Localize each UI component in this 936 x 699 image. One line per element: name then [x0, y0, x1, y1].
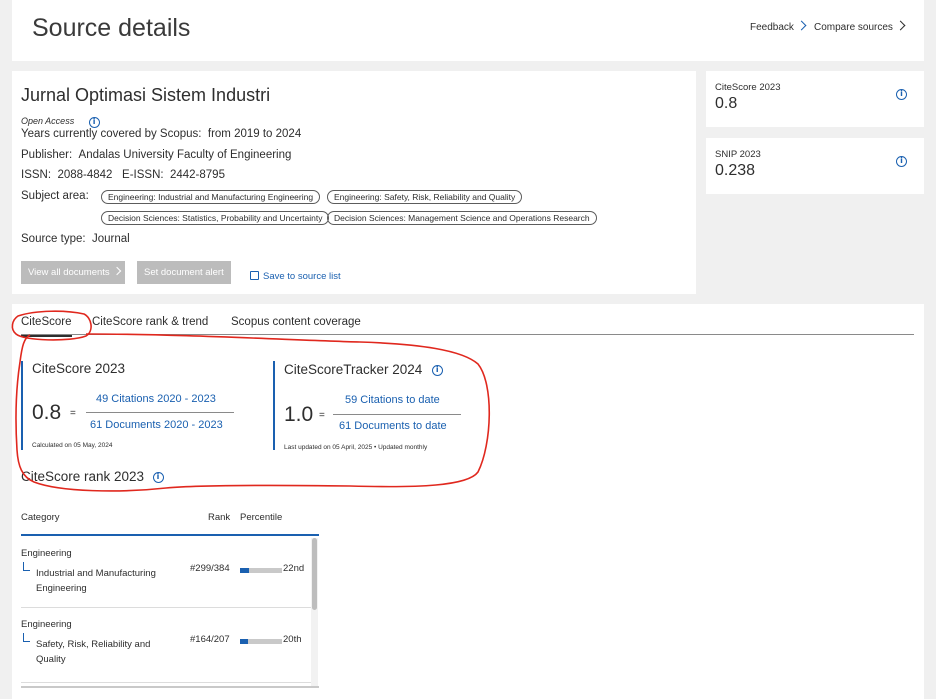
- scrollbar-thumb[interactable]: [312, 538, 317, 610]
- rank-row-subject: Safety, Risk, Reliability and: [36, 639, 151, 650]
- percentile-bar: [240, 568, 282, 573]
- feedback-label: Feedback: [750, 22, 794, 33]
- rank-row-rank: #299/384: [190, 563, 230, 574]
- citescore-title: CiteScore 2023: [32, 361, 126, 376]
- percentile-bar-fill: [240, 639, 249, 644]
- citescore-card-value: 0.8: [715, 95, 738, 112]
- feedback-link[interactable]: Feedback: [750, 20, 807, 33]
- info-icon[interactable]: i: [88, 117, 100, 128]
- tab-scopus-content-coverage[interactable]: Scopus content coverage: [231, 316, 361, 328]
- rank-col-rank: Rank: [208, 512, 231, 523]
- subject-chip[interactable]: Decision Sciences: Management Science an…: [327, 211, 597, 225]
- equals-sign: =: [70, 408, 76, 419]
- source-info-panel: Jurnal Optimasi Sistem Industri Open Acc…: [12, 71, 696, 294]
- set-document-alert-button[interactable]: Set document alert: [137, 261, 231, 284]
- tree-branch: [23, 633, 30, 642]
- tracker-title: CiteScoreTracker 2024 i: [284, 361, 443, 379]
- subject-chip[interactable]: Engineering: Safety, Risk, Reliability a…: [327, 190, 523, 204]
- tracker-block: [273, 361, 275, 450]
- citescore-numerator-link[interactable]: 49 Citations 2020 - 2023: [96, 393, 216, 405]
- rank-row-field: Engineering: [21, 548, 72, 559]
- rank-row-field: Engineering: [21, 619, 72, 630]
- years-row: Years currently covered by Scopus: from …: [21, 128, 302, 140]
- save-to-source-list-link[interactable]: Save to source list: [250, 266, 341, 284]
- snip-card-label: SNIP 2023: [715, 149, 761, 160]
- subject-chip[interactable]: Engineering: Industrial and Manufacturin…: [101, 190, 321, 204]
- open-access-label: Open Access i: [21, 111, 100, 129]
- snip-card-value: 0.238: [715, 162, 756, 179]
- publisher-row: Publisher: Andalas University Faculty of…: [21, 149, 292, 161]
- chevron-right-icon: [796, 20, 807, 31]
- percentile-bar: [240, 639, 282, 644]
- source-type-row: Source type: Journal: [21, 233, 130, 245]
- subject-chip[interactable]: Decision Sciences: Statistics, Probabili…: [101, 211, 330, 225]
- page-title: Source details: [32, 14, 191, 42]
- rank-table-scrollbar[interactable]: [311, 538, 318, 686]
- bookmark-icon: [250, 271, 259, 280]
- info-icon[interactable]: i: [896, 89, 907, 100]
- rank-title: CiteScore rank 2023 i: [21, 468, 164, 486]
- rank-row-rank: #164/207: [190, 634, 230, 645]
- rank-header-divider: [21, 534, 319, 536]
- citescore-card-label: CiteScore 2023: [715, 82, 781, 93]
- rank-row: Engineering Safety, Risk, Reliability an…: [21, 611, 311, 683]
- tree-branch: [23, 562, 30, 571]
- rank-row-percentile: 22nd: [283, 563, 305, 574]
- tracker-numerator-link[interactable]: 59 Citations to date: [345, 394, 440, 406]
- rank-row-subject-cont: Quality: [36, 654, 66, 665]
- rank-row-subject: Industrial and Manufacturing: [36, 568, 156, 579]
- tracker-value: 1.0: [284, 403, 314, 426]
- citescore-value: 0.8: [32, 401, 62, 424]
- citescore-block: [21, 361, 23, 450]
- citescore-denominator-link[interactable]: 61 Documents 2020 - 2023: [90, 419, 223, 431]
- equals-sign: =: [319, 410, 325, 421]
- chevron-right-icon: [895, 20, 906, 31]
- tracker-denominator-link[interactable]: 61 Documents to date: [339, 420, 447, 432]
- citescore-card: CiteScore 2023 0.8 i: [706, 71, 924, 127]
- info-icon[interactable]: i: [896, 156, 907, 167]
- rank-row: Engineering Industrial and Manufacturing…: [21, 540, 311, 608]
- info-icon[interactable]: i: [152, 472, 164, 483]
- fraction-line: [333, 414, 461, 415]
- subject-area-label: Subject area:: [21, 190, 89, 202]
- rank-col-category: Category: [21, 512, 60, 523]
- compare-sources-link[interactable]: Compare sources: [814, 20, 906, 33]
- tracker-updated-date: Last updated on 05 April, 2025 • Updated…: [284, 444, 428, 451]
- tab-divider: [21, 334, 914, 335]
- source-title: Jurnal Optimasi Sistem Industri: [21, 85, 271, 105]
- tab-citescore-rank-trend[interactable]: CiteScore rank & trend: [92, 316, 208, 328]
- issn-row: ISSN: 2088-4842 E-ISSN: 2442-8795: [21, 169, 225, 181]
- percentile-bar-fill: [240, 568, 250, 573]
- compare-sources-label: Compare sources: [814, 22, 893, 33]
- metrics-panel: CiteScore CiteScore rank & trend Scopus …: [12, 304, 924, 699]
- rank-row-subject-cont: Engineering: [36, 583, 87, 594]
- rank-table-bottom-line: [21, 686, 319, 688]
- info-icon[interactable]: i: [431, 365, 443, 376]
- rank-col-percentile: Percentile: [240, 512, 283, 523]
- header-panel: Source details Feedback Compare sources: [12, 0, 924, 61]
- snip-card: SNIP 2023 0.238 i: [706, 138, 924, 194]
- fraction-line: [86, 412, 234, 413]
- rank-row-percentile: 20th: [283, 634, 302, 645]
- view-all-documents-button[interactable]: View all documents: [21, 261, 125, 284]
- chevron-right-icon: [112, 266, 121, 276]
- citescore-calculated-date: Calculated on 05 May, 2024: [32, 442, 113, 449]
